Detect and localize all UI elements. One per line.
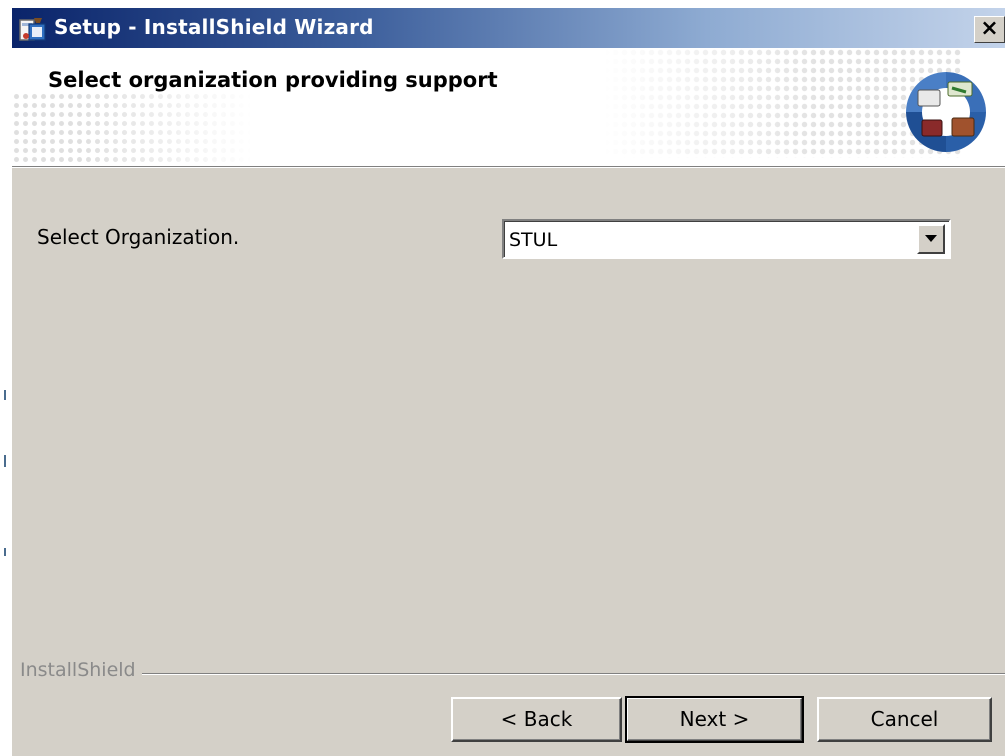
screen-edge bbox=[0, 0, 12, 756]
back-button[interactable]: < Back bbox=[451, 697, 622, 742]
dropdown-button[interactable] bbox=[917, 224, 945, 254]
wizard-logo-icon bbox=[906, 72, 986, 152]
next-button[interactable]: Next > bbox=[625, 696, 804, 743]
organization-dropdown[interactable]: STUL bbox=[502, 219, 951, 259]
close-icon: × bbox=[980, 16, 999, 41]
chevron-down-icon bbox=[925, 235, 937, 242]
page-title: Select organization providing support bbox=[48, 68, 498, 92]
organization-label: Select Organization. bbox=[37, 225, 240, 249]
window-title: Setup - InstallShield Wizard bbox=[54, 15, 374, 39]
close-button[interactable]: × bbox=[974, 16, 1005, 43]
wizard-header: Select organization providing support bbox=[12, 48, 1005, 166]
organization-selected-value: STUL bbox=[509, 229, 558, 251]
installshield-brand-label: InstallShield bbox=[20, 659, 140, 681]
installer-window: Setup - InstallShield Wizard × Select or… bbox=[12, 8, 1005, 756]
title-bar[interactable]: Setup - InstallShield Wizard × bbox=[12, 8, 1005, 48]
setup-app-icon bbox=[19, 18, 46, 41]
dot-pattern-left bbox=[12, 92, 252, 164]
cancel-button[interactable]: Cancel bbox=[817, 697, 992, 742]
